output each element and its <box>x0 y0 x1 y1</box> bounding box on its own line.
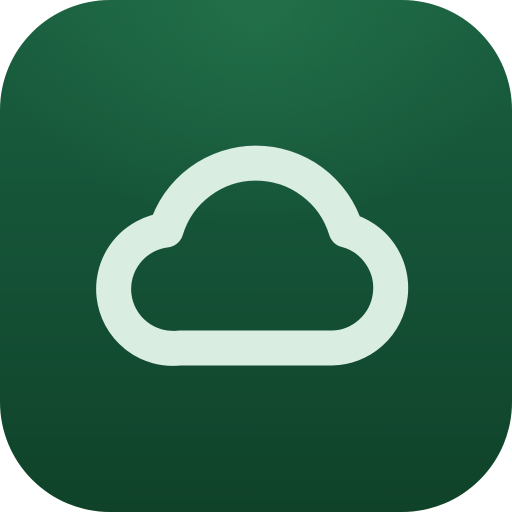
app-icon[interactable] <box>0 0 512 512</box>
cloud-icon <box>96 145 409 366</box>
